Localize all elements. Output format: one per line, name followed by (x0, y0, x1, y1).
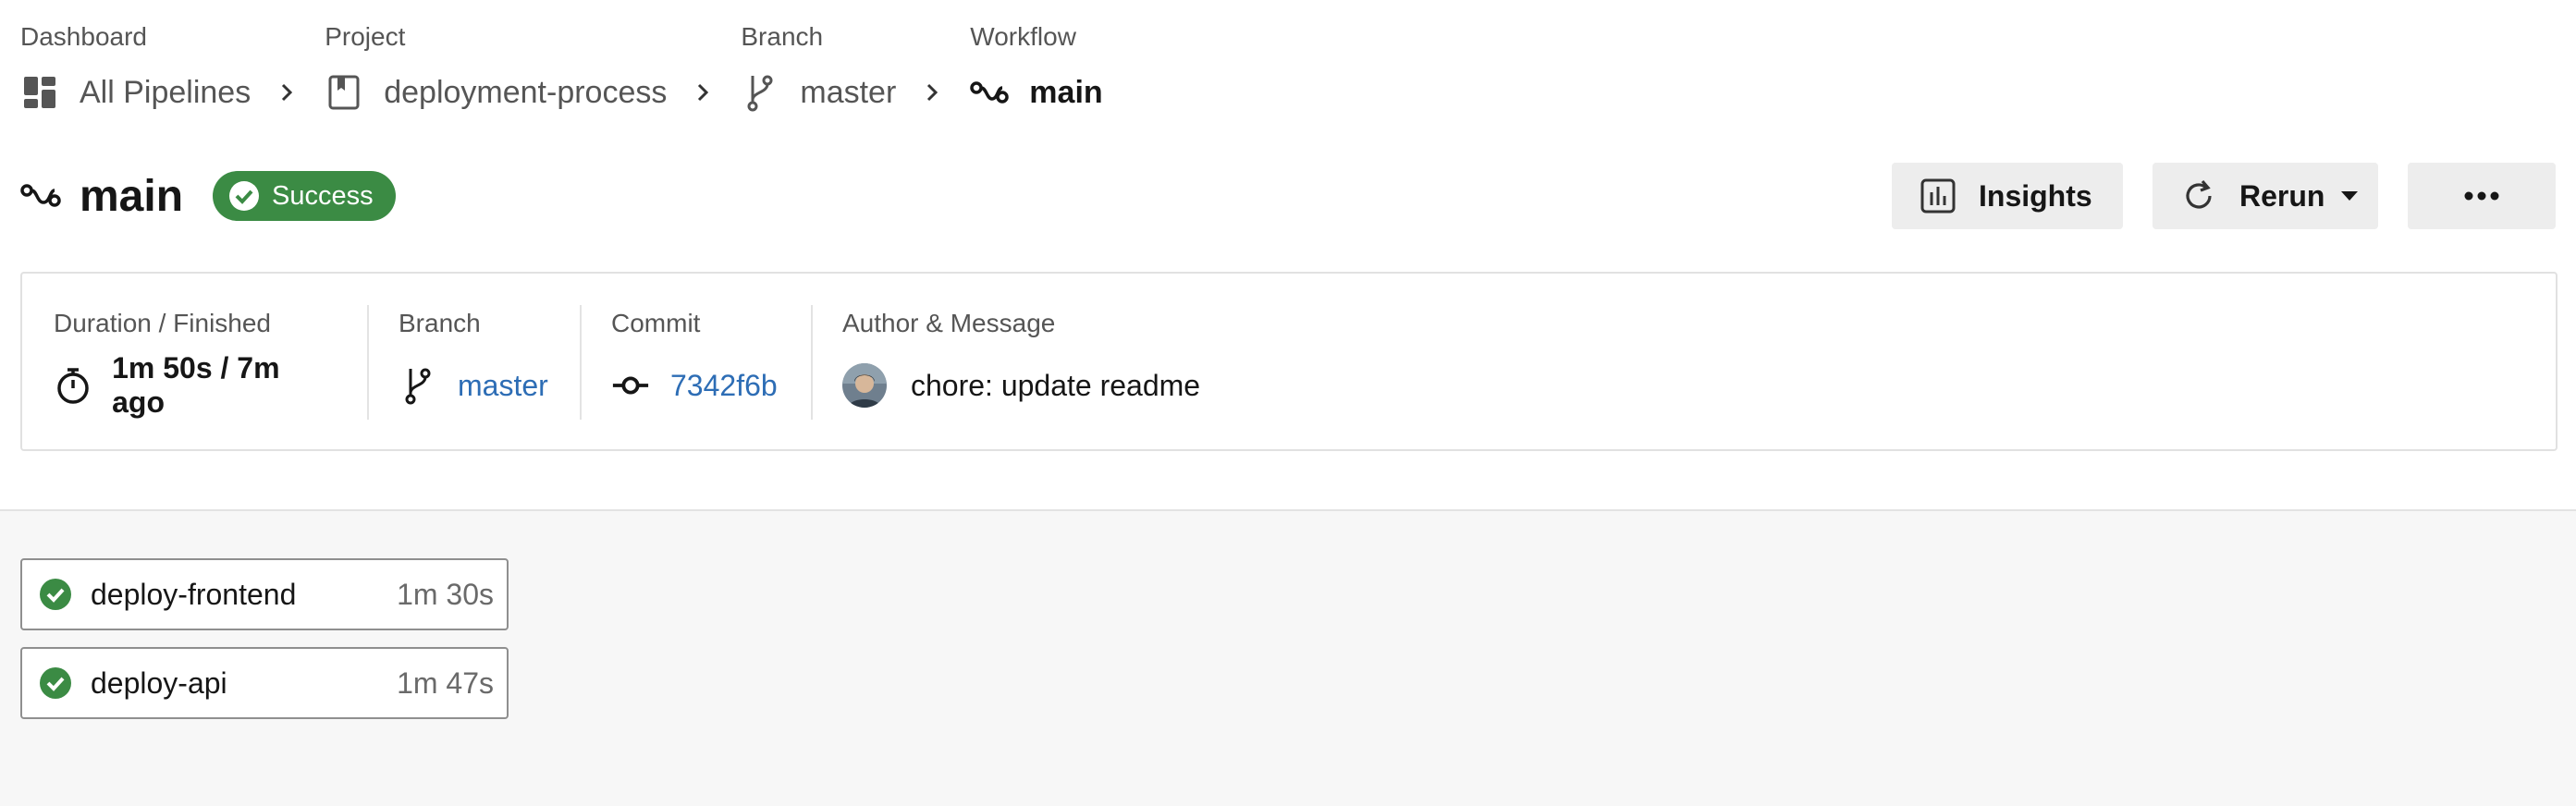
rerun-button-label: Rerun (2239, 178, 2325, 213)
duration-label: Duration / Finished (54, 309, 272, 337)
workflow-title-group: main Success (20, 163, 396, 229)
branch-value-row: master (399, 362, 548, 409)
breadcrumb-workflow-current: main (970, 67, 1103, 118)
workflow-header: main Success Insights Rerun (20, 163, 2556, 229)
insights-icon (1920, 177, 1957, 214)
job-duration: 1m 30s (397, 577, 494, 611)
breadcrumb-dashboard-title: Dashboard (20, 22, 147, 51)
author-section: Author & Message chore: update readme (811, 274, 2556, 449)
check-circle-icon (40, 667, 71, 699)
refresh-icon (2180, 177, 2217, 214)
stopwatch-icon (54, 366, 92, 405)
breadcrumb-branch: Branch master (741, 20, 970, 118)
commit-value-row: 7342f6b (611, 362, 779, 409)
job-name: deploy-frontend (91, 577, 297, 611)
commit-link[interactable]: 7342f6b (670, 369, 778, 403)
breadcrumb-project-link[interactable]: deployment-process (325, 67, 741, 118)
insights-button[interactable]: Insights (1892, 163, 2123, 229)
chevron-right-icon (698, 83, 709, 102)
header-actions: Insights Rerun (1892, 163, 2556, 229)
more-icon (2464, 191, 2499, 201)
breadcrumb-workflow-title: Workflow (970, 22, 1076, 51)
page-title: main (80, 171, 184, 221)
breadcrumb-dashboard-link[interactable]: All Pipelines (20, 67, 325, 118)
breadcrumb-workflow-label: main (1029, 74, 1103, 110)
author-value-row: chore: update readme (842, 362, 2524, 409)
pipeline-info-card: Duration / Finished 1m 50s / 7m ago Bran… (20, 272, 2558, 451)
breadcrumb-project-label: deployment-process (384, 74, 668, 110)
breadcrumb-branch-link[interactable]: master (741, 67, 970, 118)
breadcrumb-dashboard: Dashboard All Pipelines (20, 20, 325, 118)
breadcrumb: Dashboard All Pipelines Project deployme… (20, 20, 1103, 118)
dashboard-icon (20, 73, 59, 112)
author-label: Author & Message (842, 309, 1056, 337)
breadcrumb-workflow: Workflow main (970, 20, 1102, 118)
status-badge-label: Success (272, 180, 374, 211)
rerun-button[interactable]: Rerun (2153, 163, 2378, 229)
branch-icon (399, 366, 437, 405)
branch-section: Branch master (367, 274, 580, 449)
job-duration: 1m 47s (397, 666, 494, 700)
more-options-button[interactable] (2408, 163, 2556, 229)
branch-icon (741, 73, 779, 112)
workflow-header-section: Dashboard All Pipelines Project deployme… (0, 0, 2576, 511)
job-name: deploy-api (91, 666, 227, 700)
workflow-icon (20, 175, 63, 217)
commit-icon (611, 366, 650, 405)
status-badge: Success (213, 171, 396, 221)
project-icon (325, 73, 363, 112)
breadcrumb-branch-label: master (800, 74, 897, 110)
workflow-icon (970, 73, 1010, 112)
chevron-down-icon (2341, 191, 2359, 201)
breadcrumb-dashboard-label: All Pipelines (80, 74, 251, 110)
branch-label: Branch (399, 309, 481, 337)
duration-value: 1m 50s / 7m ago (112, 351, 280, 419)
duration-section: Duration / Finished 1m 50s / 7m ago (22, 274, 367, 449)
commit-section: Commit 7342f6b (580, 274, 811, 449)
breadcrumb-project: Project deployment-process (325, 20, 741, 118)
commit-label: Commit (611, 309, 701, 337)
check-circle-icon (40, 579, 71, 610)
insights-button-label: Insights (1979, 178, 2092, 213)
jobs-list: deploy-frontend 1m 30s deploy-api 1m 47s (20, 558, 509, 736)
job-item-deploy-api[interactable]: deploy-api 1m 47s (20, 647, 509, 719)
avatar (842, 363, 887, 408)
job-item-deploy-frontend[interactable]: deploy-frontend 1m 30s (20, 558, 509, 630)
duration-value-row: 1m 50s / 7m ago (54, 351, 336, 419)
branch-link[interactable]: master (458, 369, 548, 403)
breadcrumb-project-title: Project (325, 22, 406, 51)
chevron-right-icon (927, 83, 938, 102)
check-circle-icon (229, 181, 260, 211)
breadcrumb-branch-title: Branch (741, 22, 824, 51)
chevron-right-icon (282, 83, 293, 102)
commit-message: chore: update readme (911, 368, 1201, 402)
